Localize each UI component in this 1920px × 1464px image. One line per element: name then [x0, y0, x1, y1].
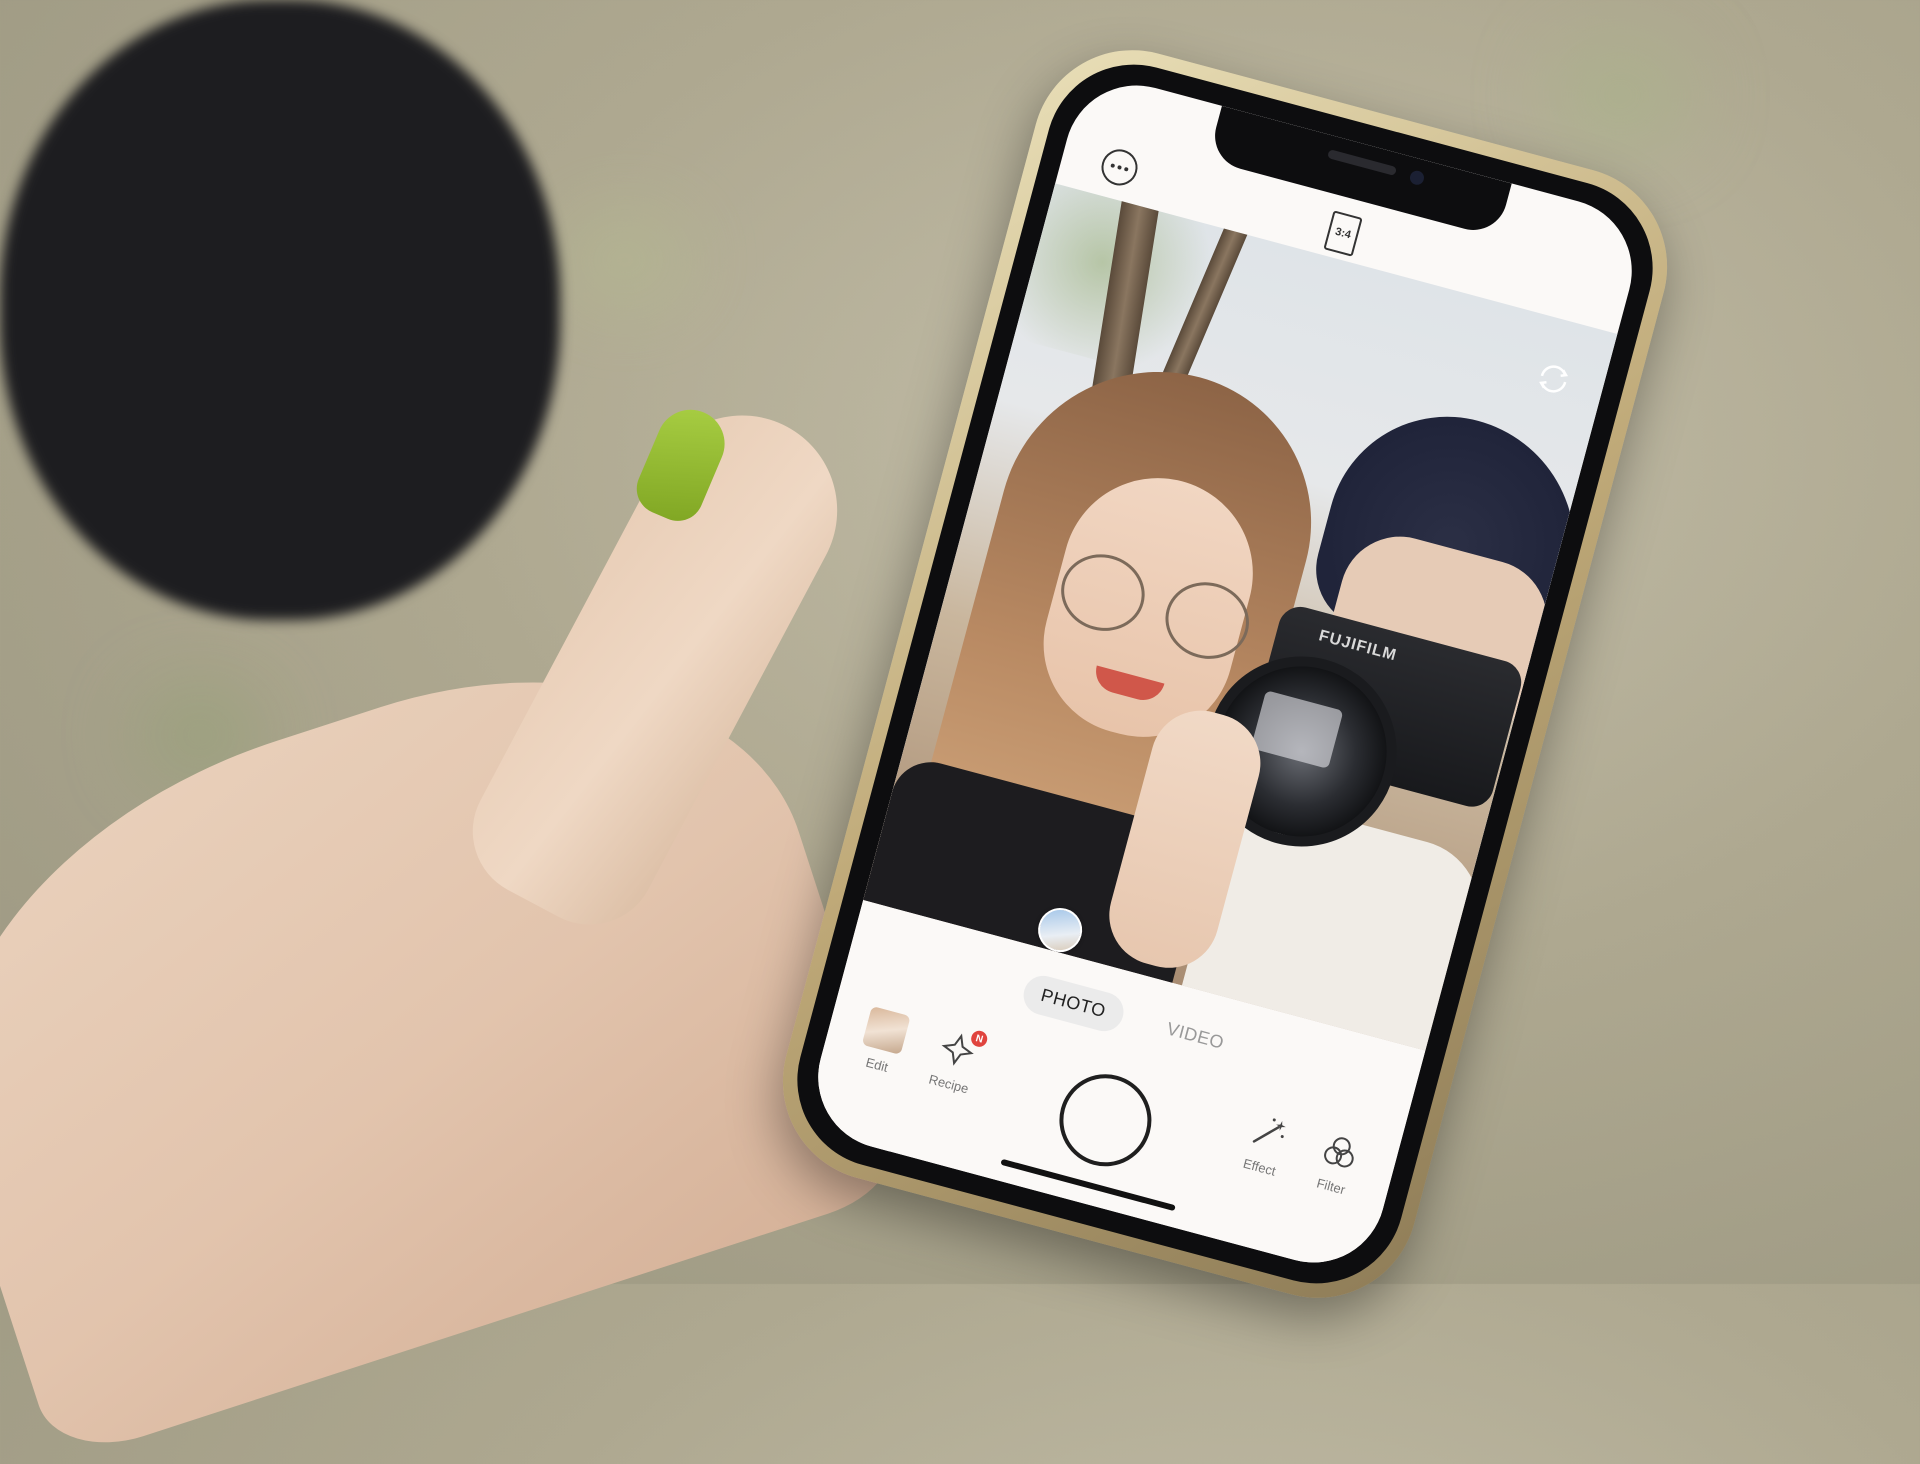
camera-rotate-icon[interactable]	[1529, 354, 1578, 403]
aspect-ratio-label: 3:4	[1333, 225, 1353, 242]
more-horizontal-icon	[1110, 163, 1116, 169]
mode-video[interactable]: VIDEO	[1145, 1005, 1246, 1067]
effect-button[interactable]: Effect	[1238, 1108, 1293, 1179]
filter-circles-icon	[1324, 1137, 1354, 1168]
background-blur	[1550, 40, 1690, 150]
background-blur	[560, 210, 690, 310]
speaker-grille	[1327, 149, 1398, 176]
recipe-label: Recipe	[927, 1071, 971, 1097]
magic-wand-icon	[1252, 1118, 1286, 1143]
effect-label: Effect	[1241, 1155, 1278, 1179]
hand-palm	[0, 596, 914, 1464]
edit-button[interactable]: Edit	[856, 1005, 911, 1077]
mode-photo[interactable]: PHOTO	[1018, 971, 1128, 1036]
phone-screen: 3:4 FUJIFILM PHOTO VIDEO Edit N Recipe E…	[802, 69, 1648, 1279]
edit-label: Edit	[864, 1054, 890, 1075]
phone: 3:4 FUJIFILM PHOTO VIDEO Edit N Recipe E…	[760, 27, 1690, 1321]
more-options-button[interactable]	[1097, 145, 1142, 190]
edit-photo-thumbnail	[861, 1005, 911, 1055]
shutter-button[interactable]	[1049, 1063, 1162, 1177]
camera-viewfinder[interactable]: FUJIFILM	[863, 183, 1618, 1051]
recipe-button[interactable]: N Recipe	[927, 1025, 990, 1097]
filter-label: Filter	[1315, 1175, 1347, 1198]
aspect-ratio-button[interactable]: 3:4	[1323, 210, 1363, 257]
filter-button[interactable]: Filter	[1310, 1128, 1365, 1199]
background-dark-shape	[0, 0, 560, 620]
front-camera	[1408, 169, 1426, 187]
